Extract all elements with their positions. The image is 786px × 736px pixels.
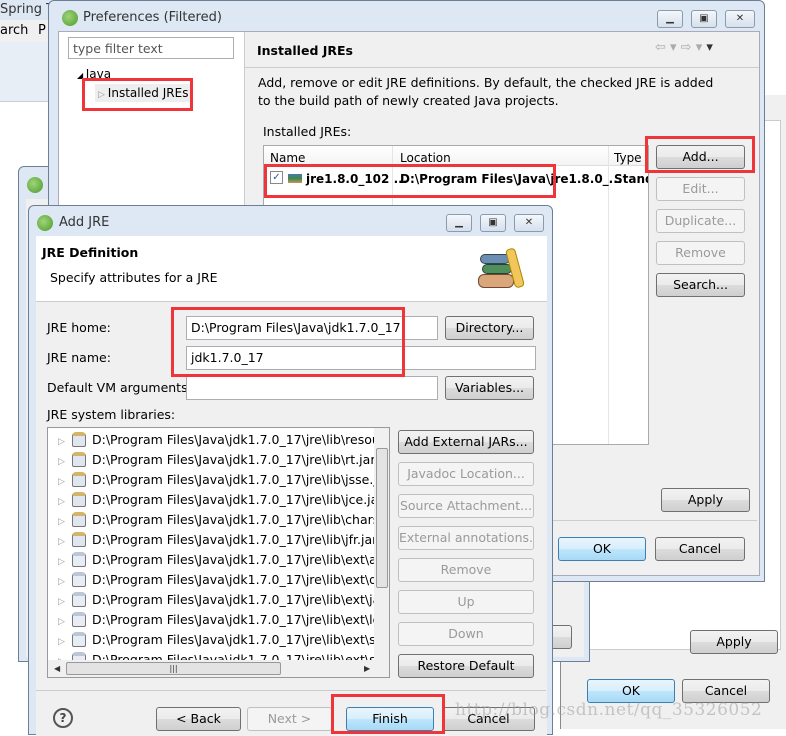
libraries-tree[interactable]: ▷ D:\Program Files\Java\jdk1.7.0_17\jre\l… [47, 427, 390, 678]
add-jre-title: Add JRE [59, 215, 110, 230]
jar-binary-icon [72, 552, 86, 567]
variables-button[interactable]: Variables... [445, 376, 534, 400]
highlight-installed-jres [82, 78, 193, 111]
back-apply-button[interactable]: Apply [690, 630, 778, 654]
highlight-jre-row [264, 164, 556, 198]
expand-icon[interactable]: ▷ [58, 452, 72, 472]
edit-button[interactable]: Edit... [656, 177, 745, 201]
expand-icon[interactable]: ▷ [58, 572, 72, 592]
highlight-add-button [645, 136, 755, 173]
jar-source-icon [72, 492, 86, 507]
jar-binary-icon [72, 572, 86, 587]
maximize-button[interactable]: ▣ [480, 214, 506, 232]
list-item[interactable]: ▷D:\Program Files\Java\jdk1.7.0_17\jre\l… [48, 570, 374, 590]
expand-icon[interactable]: ▷ [58, 512, 72, 532]
list-item[interactable]: ▷D:\Program Files\Java\jdk1.7.0_17\jre\l… [48, 550, 374, 570]
list-item[interactable]: ▷D:\Program Files\Java\jdk1.7.0_17\jre\l… [48, 470, 374, 490]
jre-name-label: JRE name: [47, 350, 111, 365]
cancel-button[interactable]: Cancel [655, 537, 745, 561]
expand-icon[interactable]: ▷ [58, 432, 72, 452]
minimize-button[interactable]: ▁ [446, 214, 472, 232]
expand-icon[interactable]: ▷ [58, 652, 72, 660]
remove-library-button[interactable]: Remove [398, 558, 534, 582]
menu-search[interactable]: arch [0, 23, 28, 38]
expand-icon[interactable]: ▷ [58, 612, 72, 632]
list-item[interactable]: ▷D:\Program Files\Java\jdk1.7.0_17\jre\l… [48, 590, 374, 610]
jar-source-icon [72, 532, 86, 547]
expand-icon[interactable]: ▷ [58, 592, 72, 612]
list-item[interactable]: ▷D:\Program Files\Java\jdk1.7.0_17\jre\l… [48, 610, 374, 630]
col-type[interactable]: Type [614, 151, 642, 165]
expand-icon[interactable]: ▷ [58, 632, 72, 652]
duplicate-button[interactable]: Duplicate... [656, 209, 745, 233]
expand-icon[interactable]: ▷ [58, 532, 72, 552]
jar-binary-icon [72, 632, 86, 647]
vertical-scrollbar[interactable] [374, 428, 389, 660]
expand-icon[interactable]: ▷ [58, 492, 72, 512]
ok-button[interactable]: OK [558, 537, 646, 561]
wizard-header: JRE Definition Specify attributes for a … [36, 236, 547, 302]
jar-source-icon [72, 452, 86, 467]
close-button[interactable]: ✕ [514, 214, 544, 232]
watermark: http://blog.csdn.net/qq_35326052 [455, 700, 763, 720]
add-external-jars-button[interactable]: Add External JARs... [398, 430, 534, 454]
wizard-title: JRE Definition [42, 245, 139, 260]
jre-home-label: JRE home: [47, 320, 111, 335]
help-icon[interactable]: ? [53, 708, 73, 728]
list-item[interactable]: ▷D:\Program Files\Java\jdk1.7.0_17\jre\l… [48, 430, 374, 450]
highlight-finish-button [331, 694, 445, 734]
apply-button[interactable]: Apply [661, 488, 750, 512]
table-label: Installed JREs: [263, 124, 352, 139]
horizontal-scrollbar[interactable]: ◀ ||| ▶ [48, 660, 389, 677]
external-annotations-button[interactable]: External annotations... [398, 526, 534, 550]
filter-input[interactable]: type filter text [68, 37, 234, 59]
page-title: Installed JREs [257, 43, 354, 58]
vm-args-label: Default VM arguments: [47, 380, 192, 395]
preferences-title: Preferences (Filtered) [83, 10, 222, 25]
list-item[interactable]: ▷D:\Program Files\Java\jdk1.7.0_17\jre\l… [48, 450, 374, 470]
close-button[interactable]: ✕ [725, 10, 755, 28]
list-item[interactable]: ▷D:\Program Files\Java\jdk1.7.0_17\jre\l… [48, 650, 374, 660]
next-button[interactable]: Next > [247, 707, 332, 731]
maximize-button[interactable]: ▣ [691, 10, 717, 28]
back-button[interactable]: < Back [156, 707, 241, 731]
nav-arrows[interactable]: ⇦ ▾ ⇨ ▾ ▾ [655, 40, 713, 55]
jre-books-icon [476, 247, 526, 292]
page-description: Add, remove or edit JRE definitions. By … [258, 75, 714, 108]
menu-project[interactable]: P [38, 23, 46, 38]
expand-icon[interactable]: ▷ [58, 472, 72, 492]
remove-button[interactable]: Remove [656, 241, 745, 265]
jar-source-icon [72, 512, 86, 527]
jar-binary-icon [72, 652, 86, 660]
search-button[interactable]: Search... [656, 273, 745, 297]
down-button[interactable]: Down [398, 622, 534, 646]
javadoc-location-button[interactable]: Javadoc Location... [398, 462, 534, 486]
libraries-label: JRE system libraries: [47, 407, 176, 422]
jar-binary-icon [72, 612, 86, 627]
highlight-jre-fields [171, 307, 405, 377]
minimize-button[interactable]: ▁ [657, 10, 683, 28]
wizard-subtitle: Specify attributes for a JRE [50, 270, 218, 285]
vm-args-input[interactable] [186, 376, 438, 400]
list-item[interactable]: ▷D:\Program Files\Java\jdk1.7.0_17\jre\l… [48, 530, 374, 550]
jar-binary-icon [72, 592, 86, 607]
jar-source-icon [72, 472, 86, 487]
col-location[interactable]: Location [400, 151, 451, 165]
list-item[interactable]: ▷D:\Program Files\Java\jdk1.7.0_17\jre\l… [48, 490, 374, 510]
col-name[interactable]: Name [270, 151, 305, 165]
list-item[interactable]: ▷D:\Program Files\Java\jdk1.7.0_17\jre\l… [48, 510, 374, 530]
eclipse-title: Spring T [0, 2, 55, 17]
directory-button[interactable]: Directory... [445, 316, 534, 340]
expand-icon[interactable]: ▷ [58, 552, 72, 572]
source-attachment-button[interactable]: Source Attachment... [398, 494, 534, 518]
up-button[interactable]: Up [398, 590, 534, 614]
restore-default-button[interactable]: Restore Default [398, 654, 534, 678]
jar-source-icon [72, 432, 86, 447]
list-item[interactable]: ▷D:\Program Files\Java\jdk1.7.0_17\jre\l… [48, 630, 374, 650]
